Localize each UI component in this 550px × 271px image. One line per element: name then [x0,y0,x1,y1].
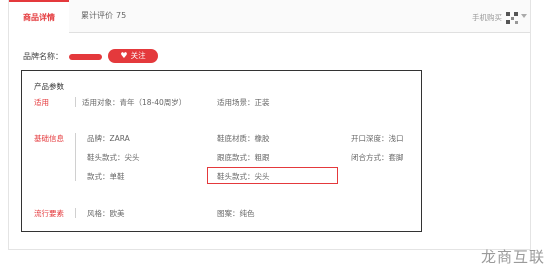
tab-bar: 商品详情 累计评价 75 手机购买 [9,0,530,33]
highlight-box [207,167,338,184]
tab-reviews[interactable]: 累计评价 75 [81,0,126,32]
brand-name-redacted [69,54,102,60]
param-trend-style: 风格：欧美 [87,209,125,218]
param-scene: 适用场景：正装 [217,98,270,107]
follow-button[interactable]: ♥ 关注 [108,49,158,63]
mobile-buy-link[interactable]: 手机购买 [472,0,502,32]
heart-icon: ♥ [120,51,128,60]
review-count: 75 [116,11,127,20]
qr-code-icon[interactable] [506,12,518,24]
divider [75,133,76,181]
divider [75,97,76,107]
follow-label: 关注 [130,51,146,60]
param-pattern: 图案：纯色 [217,209,255,218]
chevron-down-icon[interactable] [521,14,527,18]
param-sole-material: 鞋底材质：橡胶 [217,134,270,143]
category-basic: 基础信息 [34,134,64,143]
product-params-box: 产品参数 适用 适用对象：青年（18-40周岁） 适用场景：正装 基础信息 品牌… [21,70,422,232]
category-suitable: 适用 [34,98,49,107]
param-toe-style: 鞋头款式：尖头 [87,153,140,162]
param-opening-depth: 开口深度：浅口 [351,134,404,143]
param-closure: 闭合方式：套脚 [351,153,404,162]
param-target: 适用对象：青年（18-40周岁） [82,98,187,107]
tab-reviews-label: 累计评价 [81,11,113,20]
param-style: 款式：单鞋 [87,172,125,181]
param-heel-style: 跟底款式：粗跟 [217,153,270,162]
brand-name-label: 品牌名称： [23,52,63,61]
product-detail-panel: 商品详情 累计评价 75 手机购买 品牌名称： ♥ 关注 产品参数 适用 适用对象：… [8,0,531,250]
params-title: 产品参数 [34,82,64,91]
divider [75,208,76,218]
category-trend: 流行要素 [34,209,64,218]
tab-product-details[interactable]: 商品详情 [9,0,69,33]
param-brand: 品牌：ZARA [87,134,130,143]
watermark: 龙商互联 [480,248,545,266]
